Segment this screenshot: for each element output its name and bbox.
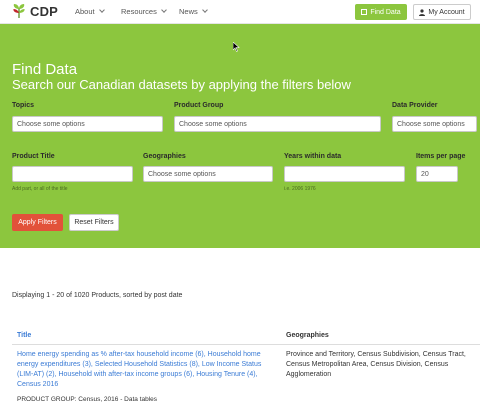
page-title: Find Data: [12, 61, 78, 78]
find-data-button[interactable]: Find Data: [355, 4, 407, 20]
column-header-title[interactable]: Title: [17, 332, 31, 339]
result-geographies: Province and Territory, Census Subdivisi…: [286, 351, 466, 378]
topics-placeholder: Choose some options: [17, 120, 85, 128]
find-data-label: Find Data: [370, 8, 401, 16]
brand-name: CDP: [30, 3, 59, 19]
chevron-down-icon: [98, 7, 105, 13]
data-provider-label: Data Provider: [392, 102, 438, 109]
my-account-button[interactable]: My Account: [413, 4, 471, 20]
my-account-label: My Account: [428, 8, 465, 16]
items-per-page-value: 20: [421, 170, 429, 178]
nav-news[interactable]: News: [179, 7, 208, 16]
logo[interactable]: CDP: [11, 3, 58, 19]
nav-about[interactable]: About: [75, 7, 105, 16]
geographies-label: Geographies: [143, 153, 186, 160]
result-product-group: PRODUCT GROUP: Census, 2016 - Data table…: [17, 396, 158, 403]
geographies-select[interactable]: Choose some options: [143, 166, 273, 182]
leaf-logo-icon: [13, 4, 25, 19]
table-icon: [361, 9, 368, 15]
column-header-geographies: Geographies: [286, 332, 329, 339]
product-group-placeholder: Choose some options: [179, 120, 247, 128]
product-title-input[interactable]: [12, 166, 133, 182]
chevron-down-icon: [161, 7, 167, 13]
years-input[interactable]: [284, 166, 405, 182]
user-icon: [419, 8, 426, 16]
data-provider-select[interactable]: Choose some options: [392, 116, 477, 132]
product-group-select[interactable]: Choose some options: [174, 116, 381, 132]
result-title-link[interactable]: Home energy spending as % after-tax hous…: [17, 350, 279, 390]
mouse-cursor-icon: [233, 42, 240, 52]
table-divider: [12, 344, 480, 345]
geographies-placeholder: Choose some options: [148, 170, 216, 178]
nav-about-label: About: [75, 7, 95, 16]
data-provider-placeholder: Choose some options: [397, 120, 465, 128]
product-title-label: Product Title: [12, 153, 55, 160]
chevron-down-icon: [201, 7, 208, 13]
results-summary: Displaying 1 - 20 of 1020 Products, sort…: [12, 292, 183, 299]
items-per-page-input[interactable]: 20: [416, 166, 458, 182]
page-subtitle: Search our Canadian datasets by applying…: [12, 77, 351, 92]
items-per-page-label: Items per page: [416, 153, 466, 160]
product-group-label: Product Group: [174, 102, 224, 109]
years-hint: i.e. 2006 1976: [284, 186, 316, 192]
apply-filters-button[interactable]: Apply Filters: [12, 214, 63, 231]
reset-filters-button[interactable]: Reset Filters: [69, 214, 119, 231]
topics-select[interactable]: Choose some options: [12, 116, 163, 132]
topics-label: Topics: [12, 102, 35, 109]
nav-news-label: News: [179, 7, 198, 16]
product-title-hint: Add part, or all of the title: [12, 186, 68, 192]
top-navbar: CDP About Resources News Find Data My Ac…: [0, 0, 480, 24]
years-label: Years within data: [284, 153, 342, 160]
nav-resources-label: Resources: [121, 7, 157, 16]
nav-resources[interactable]: Resources: [121, 7, 167, 16]
